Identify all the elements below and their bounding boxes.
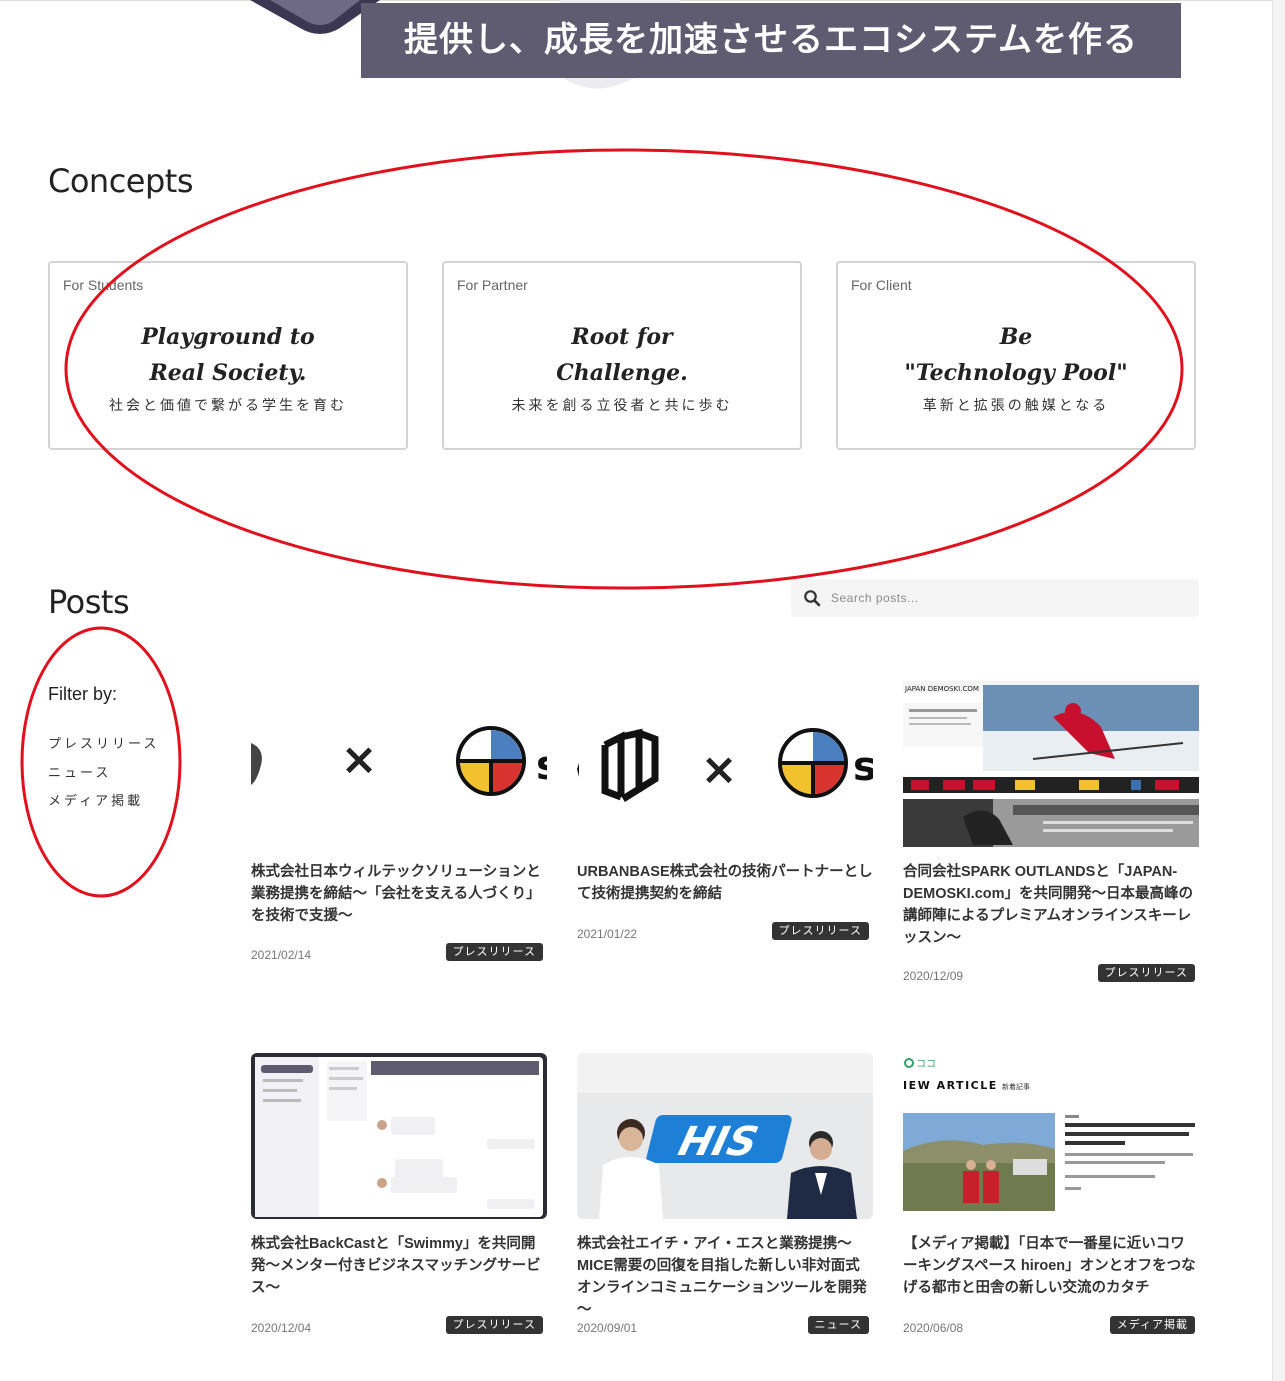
posts-title: Posts	[48, 583, 130, 621]
concept-tag: For Partner	[457, 277, 528, 293]
concepts-title: Concepts	[48, 162, 194, 200]
post-category-badge[interactable]: プレスリリース	[445, 943, 543, 961]
filter-item-press-release[interactable]: プレスリリース	[48, 733, 159, 752]
concept-script: Root for Challenge.	[556, 324, 688, 386]
post-category-badge[interactable]: プレスリリース	[771, 922, 869, 940]
collab-logo-image: × s	[577, 728, 873, 802]
concept-tag: For Client	[851, 277, 912, 293]
concept-subtitle: 革新と拡張の触媒となる	[922, 397, 1110, 413]
concept-subtitle: 未来を創る立役者と共に歩む	[511, 397, 733, 413]
scrollbar[interactable]	[1272, 0, 1285, 1381]
concept-card-partner: For Partner Root for Challenge. 未来を創る立役者…	[442, 261, 802, 450]
his-meeting-photo: HIS	[577, 1053, 873, 1219]
search-box[interactable]	[791, 579, 1199, 617]
post-thumbnail[interactable]: JAPAN DEMOSKI.COM	[903, 681, 1199, 847]
post-category-badge[interactable]: ニュース	[807, 1316, 869, 1334]
post-title[interactable]: 株式会社日本ウィルテックソリューションと業務提携を締結～「会社を支える人づくり」…	[251, 861, 547, 927]
post-category-badge[interactable]: プレスリリース	[445, 1316, 543, 1334]
svg-text:s: s	[536, 743, 547, 789]
post-title[interactable]: URBANBASE株式会社の技術パートナーとして技術提携契約を締結	[577, 861, 873, 905]
ski-website-screenshot: JAPAN DEMOSKI.COM	[903, 681, 1199, 847]
post-title[interactable]: 株式会社BackCastと「Swimmy」を共同開発～メンター付きビジネスマッチ…	[251, 1233, 547, 1299]
article-screenshot: ココ IEW ARTICLE 新着記事	[903, 1053, 1199, 1219]
post-title[interactable]: 株式会社エイチ・アイ・エスと業務提携～MICE需要の回復を目指した新しい非対面式…	[577, 1233, 873, 1321]
concept-subtitle: 社会と価値で繋がる学生を育む	[109, 397, 347, 413]
post-date: 2020/12/09	[903, 969, 964, 983]
post-category-badge[interactable]: メディア掲載	[1109, 1316, 1195, 1334]
filter-title: Filter by:	[48, 684, 118, 704]
search-icon	[804, 590, 821, 607]
post-thumbnail[interactable]: HIS	[577, 1053, 873, 1219]
concept-tag: For Students	[63, 277, 144, 293]
search-input[interactable]	[831, 579, 1191, 617]
post-thumbnail[interactable]: ココ IEW ARTICLE 新着記事	[903, 1053, 1199, 1219]
svg-text:×: ×	[701, 744, 738, 795]
post-date: 2021/01/22	[577, 927, 638, 941]
concept-card-students: For Students Playground to Real Society.…	[48, 261, 408, 450]
svg-text:×: ×	[341, 734, 378, 785]
post-date: 2020/09/01	[577, 1321, 638, 1335]
svg-text:HIS: HIS	[674, 1118, 763, 1165]
post-title[interactable]: 【メディア掲載】「日本で一番星に近いコワーキングスペース hiroen」オンとオ…	[903, 1233, 1199, 1299]
post-thumbnail[interactable]	[251, 1053, 547, 1219]
concept-card-client: For Client Be "Technology Pool" 革新と拡張の触媒…	[836, 261, 1196, 450]
post-date: 2020/06/08	[903, 1321, 964, 1335]
concept-script: Be "Technology Pool"	[904, 324, 1128, 386]
post-date: 2021/02/14	[251, 948, 312, 962]
svg-text:IEW ARTICLE: IEW ARTICLE	[903, 1079, 998, 1092]
chat-app-screenshot	[251, 1053, 547, 1219]
filter-item-news[interactable]: ニュース	[48, 762, 111, 781]
concept-script: Playground to Real Society.	[141, 324, 315, 386]
post-thumbnail[interactable]: × s	[577, 681, 873, 847]
svg-text:新着記事: 新着記事	[1002, 1082, 1030, 1091]
post-title[interactable]: 合同会社SPARK OUTLANDSと「JAPAN-DEMOSKI.com」を共…	[903, 861, 1199, 949]
post-category-badge[interactable]: プレスリリース	[1097, 964, 1195, 982]
svg-text:s: s	[853, 744, 873, 790]
hero-banner: 提供し、成長を加速させるエコシステムを作る	[361, 3, 1181, 78]
svg-text:JAPAN DEMOSKI.COM: JAPAN DEMOSKI.COM	[904, 685, 979, 693]
filter-item-media[interactable]: メディア掲載	[48, 790, 143, 809]
post-date: 2020/12/04	[251, 1321, 312, 1335]
collab-logo-image: × s	[251, 726, 547, 796]
svg-text:ココ: ココ	[916, 1059, 936, 1070]
post-thumbnail[interactable]: × s	[251, 681, 547, 847]
